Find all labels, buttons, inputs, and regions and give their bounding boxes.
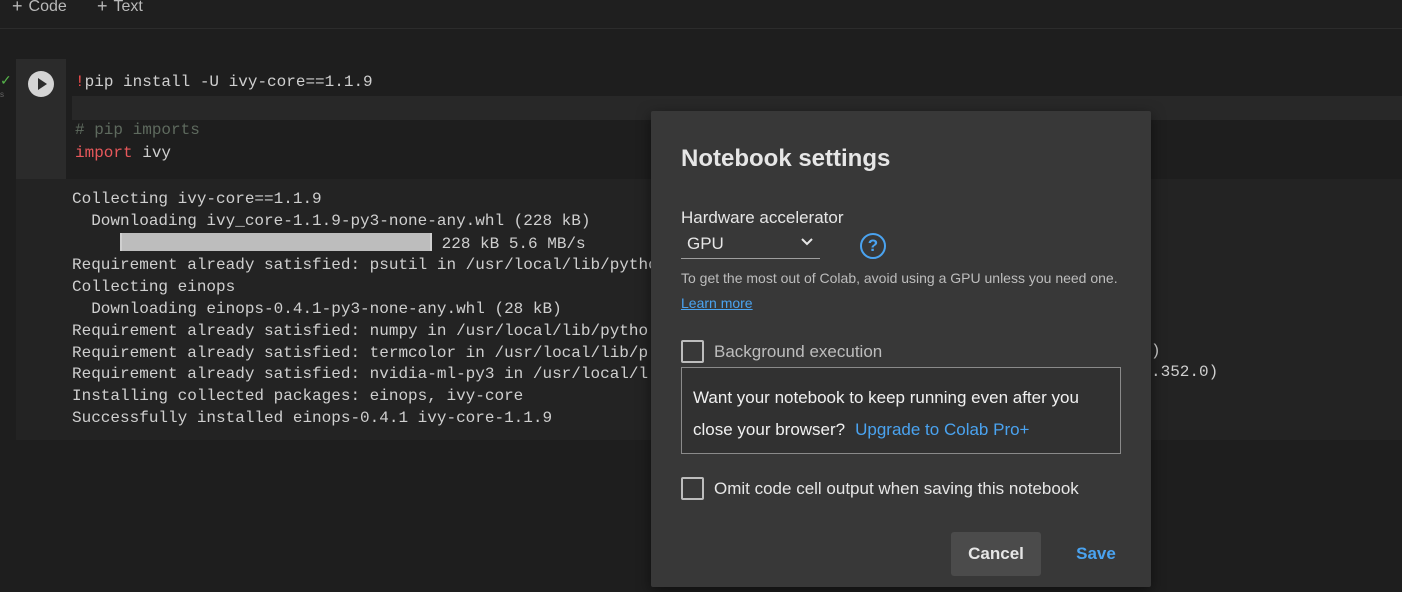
help-icon[interactable]: ?: [860, 233, 886, 259]
output-line: Requirement already satisfied: numpy in …: [72, 321, 649, 340]
output-overflow-1: ): [1151, 342, 1161, 360]
plus-icon: +: [12, 0, 23, 16]
chevron-down-icon: [801, 238, 813, 246]
save-button[interactable]: Save: [1063, 532, 1129, 576]
output-line: Installing collected packages: einops, i…: [72, 387, 524, 406]
progress-row: 228 kB 5.6 MB/s: [72, 232, 658, 256]
plus-icon: +: [97, 0, 108, 16]
exec-time: s: [0, 90, 4, 99]
dialog-title: Notebook settings: [681, 145, 891, 172]
promo-text-block: Want your notebook to keep running even …: [693, 382, 1113, 446]
exec-check-icon: ✓: [0, 72, 12, 88]
output-line: Requirement already satisfied: psutil in…: [72, 256, 658, 275]
output-overflow-2: .352.0): [1151, 363, 1219, 381]
import-module: ivy: [132, 144, 172, 162]
background-execution-label: Background execution: [714, 341, 883, 361]
shell-bang: !: [75, 73, 85, 91]
background-execution-row: Background execution: [681, 340, 882, 363]
progress-text: 228 kB 5.6 MB/s: [432, 234, 586, 253]
learn-more-link[interactable]: Learn more: [681, 295, 753, 311]
import-keyword: import: [75, 144, 133, 162]
cancel-button[interactable]: Cancel: [951, 532, 1041, 576]
gpu-hint: To get the most out of Colab, avoid usin…: [681, 266, 1126, 316]
download-progress-bar: [120, 232, 433, 251]
hardware-accelerator-value: GPU: [687, 234, 724, 253]
omit-output-row: Omit code cell output when saving this n…: [681, 477, 1079, 500]
omit-output-checkbox[interactable]: [681, 477, 704, 500]
code-line-1: !pip install -U ivy-core==1.1.9: [75, 73, 373, 91]
hardware-accelerator-select[interactable]: GPU: [681, 232, 820, 259]
output-line: Requirement already satisfied: nvidia-ml…: [72, 365, 649, 384]
upgrade-link[interactable]: Upgrade to Colab Pro+: [855, 420, 1029, 439]
omit-output-label: Omit code cell output when saving this n…: [714, 478, 1079, 498]
toolbar: + Code + Text: [0, 0, 1402, 29]
code-import-line: import ivy: [75, 144, 171, 162]
background-execution-checkbox[interactable]: [681, 340, 704, 363]
output-line: Requirement already satisfied: termcolor…: [72, 343, 649, 362]
gpu-hint-text: To get the most out of Colab, avoid usin…: [681, 270, 1118, 286]
cell-output: Collecting ivy-core==1.1.9 Downloading i…: [72, 189, 658, 430]
output-line: Downloading einops-0.4.1-py3-none-any.wh…: [72, 299, 562, 318]
add-code-button[interactable]: + Code: [12, 0, 67, 17]
output-line: Collecting ivy-core==1.1.9: [72, 190, 322, 208]
pip-command: pip install -U ivy-core==1.1.9: [84, 73, 373, 91]
output-line: Successfully installed einops-0.4.1 ivy-…: [72, 408, 553, 427]
notebook-settings-dialog: Notebook settings Hardware accelerator G…: [651, 111, 1151, 587]
add-text-label: Text: [113, 0, 143, 15]
upgrade-promo-box: Want your notebook to keep running even …: [681, 367, 1121, 454]
code-comment: # pip imports: [75, 121, 200, 139]
hardware-accelerator-label: Hardware accelerator: [681, 208, 844, 227]
add-text-button[interactable]: + Text: [97, 0, 143, 17]
run-cell-button[interactable]: [28, 71, 54, 97]
output-line: Collecting einops: [72, 278, 236, 297]
add-code-label: Code: [28, 0, 67, 15]
output-line: Downloading ivy_core-1.1.9-py3-none-any.…: [72, 211, 591, 230]
